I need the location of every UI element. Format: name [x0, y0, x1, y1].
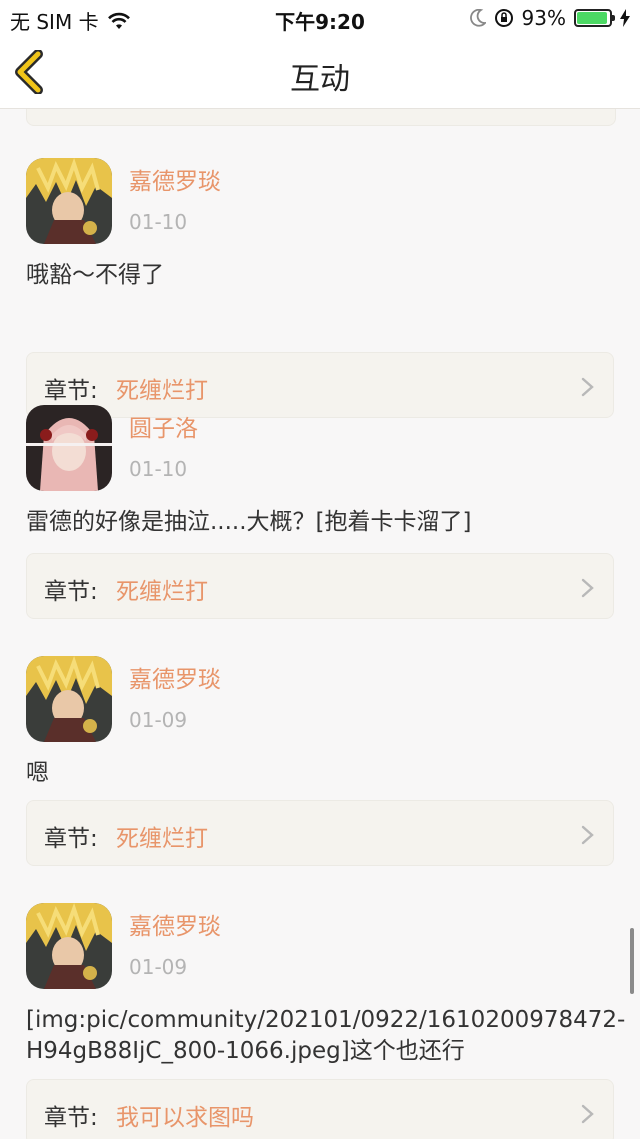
comment-text: [img:pic/community/202101/0922/161020097… — [26, 1005, 626, 1067]
username[interactable]: 圆子洛 — [129, 409, 198, 443]
chapter-link[interactable]: 章节: 死缠烂打 — [26, 553, 614, 619]
chapter-name: 我可以求图吗 — [116, 1105, 254, 1131]
comment-text: 哦豁～不得了 — [26, 262, 164, 288]
battery-icon — [574, 9, 615, 27]
user-avatar[interactable] — [26, 158, 112, 244]
user-avatar[interactable] — [26, 656, 112, 742]
username[interactable]: 嘉德罗琰 — [129, 162, 221, 196]
page-title: 互动 — [290, 62, 350, 97]
previous-chapter-card[interactable] — [26, 109, 616, 126]
chapter-label: 章节: — [44, 579, 98, 605]
battery-percent: 93% — [521, 6, 566, 30]
chapter-link[interactable]: 章节: 死缠烂打 — [26, 800, 614, 866]
comment-item: 嘉德罗琰 01-09 [img:pic/community/202101/092… — [26, 903, 626, 1139]
comment-text: 雷德的好像是抽泣.....大概？[抱着卡卡溜了] — [26, 509, 472, 535]
comment-text-line: H94gB88IjC_800-1066.jpeg]这个也还行 — [26, 1038, 465, 1064]
chevron-right-icon — [581, 1104, 594, 1124]
user-avatar[interactable] — [26, 903, 112, 989]
chapter-label: 章节: — [44, 378, 98, 404]
navigation-bar: 互动 — [0, 36, 640, 109]
chevron-right-icon — [581, 377, 594, 397]
chapter-label: 章节: — [44, 826, 98, 852]
chevron-right-icon — [581, 578, 594, 598]
chapter-label: 章节: — [44, 1105, 98, 1131]
comment-item: 圆子洛 01-10 雷德的好像是抽泣.....大概？[抱着卡卡溜了] 章节: 死… — [26, 405, 614, 667]
chapter-link[interactable]: 章节: 我可以求图吗 — [26, 1079, 614, 1139]
moon-icon — [469, 9, 486, 27]
comment-text: 嗯 — [26, 760, 49, 786]
scrollbar-thumb[interactable] — [630, 928, 634, 994]
comment-item: 嘉德罗琰 01-09 嗯 章节: 死缠烂打 — [26, 656, 614, 918]
rotation-lock-icon — [494, 9, 513, 27]
battery-fill — [577, 12, 607, 24]
status-bar: 无 SIM 卡 下午9:20 93% — [0, 0, 640, 36]
comment-date: 01-09 — [129, 955, 188, 979]
chevron-right-icon — [581, 825, 594, 845]
comment-date: 01-10 — [129, 210, 188, 234]
status-right: 93% — [469, 6, 630, 30]
user-avatar[interactable] — [26, 405, 112, 491]
username[interactable]: 嘉德罗琰 — [129, 907, 221, 941]
chapter-name: 死缠烂打 — [116, 378, 208, 404]
username[interactable]: 嘉德罗琰 — [129, 660, 221, 694]
comment-date: 01-09 — [129, 708, 188, 732]
chapter-name: 死缠烂打 — [116, 826, 208, 852]
comment-date: 01-10 — [129, 457, 188, 481]
comment-item: 嘉德罗琰 01-10 哦豁～不得了 章节: 死缠烂打 — [26, 158, 614, 420]
chapter-name: 死缠烂打 — [116, 579, 208, 605]
comment-text-line: [img:pic/community/202101/0922/161020097… — [26, 1007, 626, 1033]
charging-bolt-icon — [620, 9, 630, 27]
comment-list[interactable]: 嘉德罗琰 01-10 哦豁～不得了 章节: 死缠烂打 圆子洛 01-10 雷德的… — [0, 109, 640, 1139]
